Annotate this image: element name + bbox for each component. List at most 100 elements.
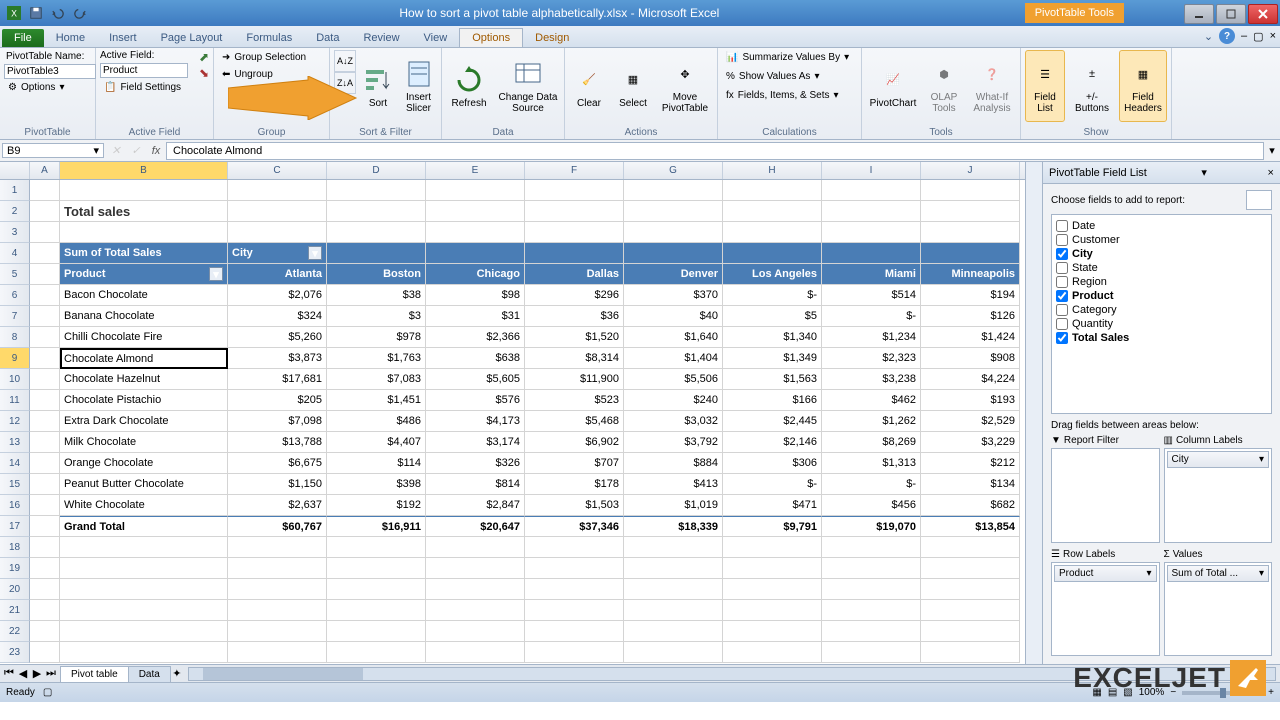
cell[interactable] [822, 243, 921, 264]
show-values-as-button[interactable]: % Show Values As ▾ [722, 69, 853, 84]
row-header[interactable]: 9 [0, 348, 30, 369]
row-labels-dropzone[interactable]: Product▾ [1051, 562, 1160, 657]
cell[interactable] [723, 600, 822, 621]
row-header[interactable]: 18 [0, 537, 30, 558]
field-date[interactable]: Date [1056, 219, 1267, 233]
cell[interactable]: $193 [921, 390, 1020, 411]
cell[interactable]: $523 [525, 390, 624, 411]
row-header[interactable]: 13 [0, 432, 30, 453]
cell[interactable] [426, 621, 525, 642]
cell[interactable]: $192 [327, 495, 426, 516]
cell[interactable]: $7,083 [327, 369, 426, 390]
field-checkbox[interactable] [1056, 248, 1068, 260]
cell[interactable]: $- [822, 306, 921, 327]
col-header-C[interactable]: C [228, 162, 327, 179]
sheet-tab-data[interactable]: Data [128, 666, 171, 682]
cell[interactable]: $814 [426, 474, 525, 495]
cell[interactable] [723, 201, 822, 222]
cell[interactable] [228, 600, 327, 621]
cell[interactable]: $2,076 [228, 285, 327, 306]
cell[interactable]: $1,313 [822, 453, 921, 474]
cell[interactable]: $2,146 [723, 432, 822, 453]
cell[interactable]: $296 [525, 285, 624, 306]
cell[interactable] [228, 642, 327, 663]
minimize-ribbon-icon[interactable]: ⌄ [1204, 30, 1213, 43]
cell[interactable] [60, 642, 228, 663]
col-header-B[interactable]: B [60, 162, 228, 179]
field-checkbox[interactable] [1056, 318, 1068, 330]
cell[interactable] [822, 222, 921, 243]
cell[interactable]: $1,019 [624, 495, 723, 516]
cell[interactable] [60, 558, 228, 579]
cell[interactable] [327, 243, 426, 264]
cell[interactable] [921, 243, 1020, 264]
row-header[interactable]: 21 [0, 600, 30, 621]
first-sheet-icon[interactable]: ⏮ [2, 667, 16, 681]
cell[interactable] [327, 642, 426, 663]
cell[interactable]: Boston [327, 264, 426, 285]
cell[interactable] [228, 222, 327, 243]
cell[interactable] [921, 201, 1020, 222]
cell[interactable] [327, 222, 426, 243]
cell[interactable]: $370 [624, 285, 723, 306]
cell[interactable] [723, 180, 822, 201]
fields-items-sets-button[interactable]: fx Fields, Items, & Sets ▾ [722, 88, 853, 103]
column-labels-dropzone[interactable]: City▾ [1164, 448, 1273, 543]
field-settings-button[interactable]: 📋Field Settings [100, 80, 195, 95]
cell[interactable] [426, 600, 525, 621]
field-checkbox[interactable] [1056, 304, 1068, 316]
cell[interactable]: $1,424 [921, 327, 1020, 348]
cell[interactable] [30, 390, 60, 411]
cell[interactable] [723, 579, 822, 600]
cell[interactable]: $638 [426, 348, 525, 369]
cell[interactable]: $166 [723, 390, 822, 411]
cell[interactable] [228, 537, 327, 558]
cell[interactable] [525, 222, 624, 243]
summarize-values-button[interactable]: 📊 Summarize Values By ▾ [722, 50, 853, 65]
cell[interactable] [624, 180, 723, 201]
cell[interactable]: $114 [327, 453, 426, 474]
cell[interactable] [327, 621, 426, 642]
field-city[interactable]: City [1056, 247, 1267, 261]
cell[interactable]: Minneapolis [921, 264, 1020, 285]
cell[interactable]: $1,640 [624, 327, 723, 348]
field-state[interactable]: State [1056, 261, 1267, 275]
cell[interactable]: $1,563 [723, 369, 822, 390]
pivottable-name-input[interactable] [4, 64, 96, 79]
col-header-F[interactable]: F [525, 162, 624, 179]
cell[interactable] [30, 558, 60, 579]
cell[interactable] [921, 621, 1020, 642]
cell[interactable] [525, 243, 624, 264]
cell[interactable] [822, 600, 921, 621]
cell[interactable]: $8,314 [525, 348, 624, 369]
select-all-corner[interactable] [0, 162, 30, 179]
cell[interactable] [624, 201, 723, 222]
cell[interactable]: Sum of Total Sales [60, 243, 228, 264]
cell[interactable]: Denver [624, 264, 723, 285]
cell[interactable] [921, 642, 1020, 663]
cell[interactable]: $9,791 [723, 516, 822, 537]
cell[interactable]: $576 [426, 390, 525, 411]
cell[interactable] [228, 180, 327, 201]
cell[interactable] [327, 201, 426, 222]
tab-insert[interactable]: Insert [97, 29, 149, 47]
cell[interactable] [624, 558, 723, 579]
field-list-layout-button[interactable] [1246, 190, 1272, 210]
cell[interactable] [30, 285, 60, 306]
active-field-input[interactable] [100, 63, 188, 78]
clear-button[interactable]: 🧹Clear [569, 50, 609, 122]
field-category[interactable]: Category [1056, 303, 1267, 317]
field-checkbox[interactable] [1056, 262, 1068, 274]
cell[interactable]: $2,637 [228, 495, 327, 516]
cell[interactable] [426, 222, 525, 243]
cell[interactable]: $13,788 [228, 432, 327, 453]
cell[interactable]: Chocolate Almond [60, 348, 228, 369]
field-checkbox[interactable] [1056, 290, 1068, 302]
cell[interactable]: $1,763 [327, 348, 426, 369]
workbook-minimize-icon[interactable]: – [1241, 30, 1247, 42]
row-header[interactable]: 5 [0, 264, 30, 285]
cell[interactable]: $5,605 [426, 369, 525, 390]
cell[interactable]: Grand Total [60, 516, 228, 537]
cell[interactable] [30, 411, 60, 432]
cell[interactable] [60, 600, 228, 621]
